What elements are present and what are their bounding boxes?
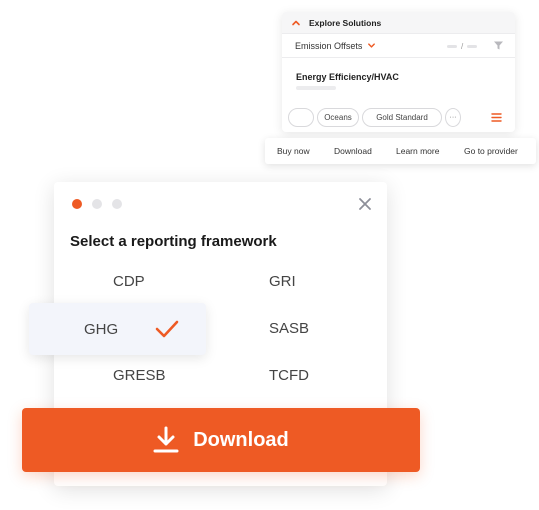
explore-header[interactable]: Explore Solutions <box>282 12 515 34</box>
buy-now-link[interactable]: Buy now <box>277 146 310 156</box>
pager-current <box>447 45 457 48</box>
tag-chip-oceans[interactable]: Oceans <box>317 108 359 127</box>
window-dot-red <box>72 199 82 209</box>
window-dot-gray <box>92 199 102 209</box>
option-tcfd[interactable]: TCFD <box>269 367 309 384</box>
chevron-up-icon[interactable] <box>291 18 301 28</box>
pager: / <box>447 42 478 51</box>
emission-offsets-dropdown[interactable]: Emission Offsets <box>295 41 362 51</box>
action-bar: Buy now Download Learn more Go to provid… <box>265 138 536 164</box>
explore-title: Explore Solutions <box>309 17 382 28</box>
pager-total <box>467 45 478 48</box>
download-button[interactable]: Download <box>22 408 420 472</box>
window-dot-gray <box>112 199 122 209</box>
download-icon <box>153 426 179 453</box>
option-gresb[interactable]: GRESB <box>113 367 166 384</box>
download-label: Download <box>193 428 289 451</box>
filter-row: Emission Offsets / <box>282 34 515 58</box>
solution-subtitle-placeholder <box>296 86 336 90</box>
tag-chips: Oceans Gold Standard ··· <box>288 108 461 127</box>
learn-more-link[interactable]: Learn more <box>396 146 439 156</box>
solution-title[interactable]: Energy Efficiency/HVAC <box>296 72 399 82</box>
tag-chip-empty[interactable] <box>288 108 314 127</box>
explore-solutions-card: Explore Solutions Emission Offsets / Ene… <box>282 12 515 132</box>
tag-chip-gold-standard[interactable]: Gold Standard <box>362 108 442 127</box>
download-link[interactable]: Download <box>334 146 372 156</box>
option-cdp[interactable]: CDP <box>113 273 145 290</box>
close-icon[interactable] <box>358 197 372 211</box>
checkmark-icon <box>155 320 179 338</box>
page-title: Select a reporting framework <box>70 233 277 250</box>
filter-icon[interactable] <box>493 40 504 51</box>
option-ghg-selected[interactable]: GHG <box>29 303 206 355</box>
chevron-down-icon[interactable] <box>367 41 376 50</box>
go-to-provider-link[interactable]: Go to provider <box>464 146 518 156</box>
option-sasb[interactable]: SASB <box>269 320 309 337</box>
pager-separator: / <box>461 42 464 51</box>
option-gri[interactable]: GRI <box>269 273 296 290</box>
option-ghg-label: GHG <box>84 321 119 338</box>
stage: Explore Solutions Emission Offsets / Ene… <box>0 0 539 510</box>
menu-icon[interactable] <box>491 112 502 123</box>
more-tags-button[interactable]: ··· <box>445 108 461 127</box>
